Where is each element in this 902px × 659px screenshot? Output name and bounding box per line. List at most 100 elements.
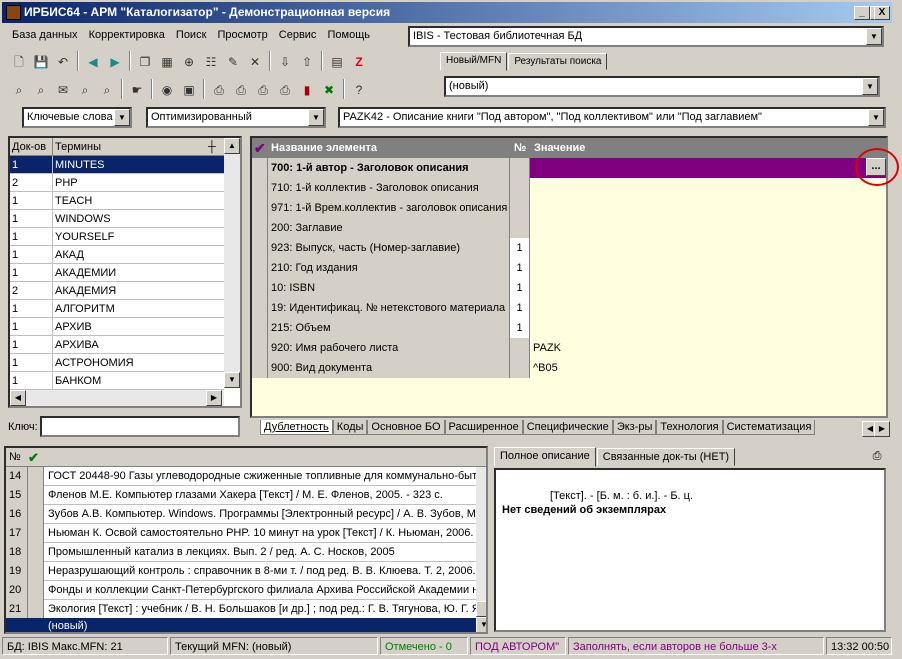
back-icon[interactable]: ◀ — [83, 52, 103, 72]
field-row[interactable]: 710: 1-й коллектив - Заголовок описания — [252, 178, 886, 198]
scroll-thumb[interactable] — [476, 601, 486, 617]
minimize-button[interactable]: _ — [854, 6, 870, 20]
tab-duplicates[interactable]: Дублетность — [260, 420, 333, 435]
print2-icon[interactable]: ⎙ — [231, 80, 251, 100]
tab-search-results[interactable]: Результаты поиска — [508, 53, 608, 70]
field-value[interactable] — [530, 278, 886, 298]
search4-icon[interactable]: ⌕ — [75, 80, 95, 100]
scroll-left-icon[interactable]: ◀ — [10, 390, 26, 406]
column-header-number[interactable]: № — [9, 448, 21, 467]
table-row[interactable]: 1 YOURSELF — [10, 228, 224, 246]
worksheet-select[interactable]: PAZK42 - Описание книги "Под автором", "… — [338, 107, 886, 128]
column-header-term[interactable]: Термины — [52, 138, 101, 156]
undo-icon[interactable]: ↶ — [53, 52, 73, 72]
tab-linked-docs[interactable]: Связанные док-ты (НЕТ) — [596, 448, 736, 466]
tab-full-description[interactable]: Полное описание — [494, 447, 596, 467]
search2-icon[interactable]: ⌕ — [31, 80, 51, 100]
column-header-value[interactable]: Значение — [534, 138, 585, 158]
view2-icon[interactable]: ▣ — [179, 80, 199, 100]
records-scrollbar[interactable]: ▼ — [476, 467, 486, 632]
import-icon[interactable]: ⇩ — [275, 52, 295, 72]
print-preview-icon[interactable]: ⎙ — [868, 448, 886, 464]
field-row[interactable]: 10: ISBN 1 — [252, 278, 886, 298]
tab-main-bo[interactable]: Основное БО — [367, 420, 445, 435]
print-icon[interactable]: ⎙ — [209, 80, 229, 100]
field-row[interactable]: 200: Заглавие — [252, 218, 886, 238]
field-row[interactable]: 971: 1-й Врем.коллектив - заголовок опис… — [252, 198, 886, 218]
excel-icon[interactable]: ✖ — [319, 80, 339, 100]
record-row[interactable]: 17 Ньюман К. Освой самостоятельно PHP. 10… — [6, 524, 476, 543]
column-header-num[interactable]: № — [514, 138, 526, 158]
dictionary-hscrollbar[interactable]: ◀ ▶ — [10, 390, 224, 406]
table-row[interactable]: 1 БАНКОМ — [10, 372, 224, 390]
edit-icon[interactable]: ✎ — [223, 52, 243, 72]
table-row[interactable]: 1 АКАД — [10, 246, 224, 264]
field-row[interactable]: 215: Объем 1 — [252, 318, 886, 338]
print4-icon[interactable]: ⎙ — [275, 80, 295, 100]
field-row[interactable]: 923: Выпуск, часть (Номер-заглавие) 1 — [252, 238, 886, 258]
field-value[interactable]: PAZK — [530, 338, 886, 358]
table-row[interactable]: 2 АКАДЕМИЯ — [10, 282, 224, 300]
forward-icon[interactable]: ▶ — [105, 52, 125, 72]
tab-codes[interactable]: Коды — [332, 420, 368, 435]
new-doc-icon[interactable]: 🗋 — [9, 52, 29, 72]
copy-icon[interactable]: ❐ — [135, 52, 155, 72]
record-mark-cell[interactable] — [28, 467, 44, 486]
save-icon[interactable]: 💾 — [31, 52, 51, 72]
table-row[interactable]: 1 АРХИВА — [10, 336, 224, 354]
record-row[interactable]: 20 Фонды и коллекции Санкт-Петербургского… — [6, 581, 476, 600]
hand-icon[interactable]: ☛ — [127, 80, 147, 100]
scroll-down-icon[interactable]: ▼ — [476, 617, 486, 632]
stats-icon[interactable]: ▮ — [297, 80, 317, 100]
optimization-select[interactable]: Оптимизированный ▼ — [146, 107, 326, 128]
field-value[interactable] — [530, 178, 886, 198]
tree-icon[interactable]: ☷ — [201, 52, 221, 72]
search-type-select[interactable]: Ключевые слова ▼ — [22, 107, 132, 128]
chevron-down-icon[interactable]: ▼ — [868, 109, 884, 126]
table-row[interactable]: 1 MINUTES — [10, 156, 224, 174]
record-mark-cell[interactable] — [28, 505, 44, 524]
chevron-down-icon[interactable]: ▼ — [862, 78, 878, 95]
field-row[interactable]: 700: 1-й автор - Заголовок описания — [252, 158, 886, 178]
field-row[interactable]: 210: Год издания 1 — [252, 258, 886, 278]
tab-new-mfn[interactable]: Новый/MFN — [440, 52, 508, 71]
tab-systematization[interactable]: Систематизация — [722, 420, 816, 435]
menu-edit[interactable]: Корректировка — [85, 26, 169, 44]
print3-icon[interactable]: ⎙ — [253, 80, 273, 100]
record-mark-cell[interactable] — [28, 600, 44, 619]
export-icon[interactable]: ⇧ — [297, 52, 317, 72]
chevron-down-icon[interactable]: ▼ — [308, 109, 324, 126]
new-record-row[interactable]: (новый) — [6, 618, 476, 632]
field-row[interactable]: 900: Вид документа ^B05 — [252, 358, 886, 378]
record-mark-cell[interactable] — [28, 562, 44, 581]
column-header-count[interactable]: Док-ов — [12, 138, 46, 156]
key-input[interactable] — [40, 416, 240, 437]
tabs-scroll-right-icon[interactable]: ▶ — [874, 421, 890, 437]
search3-icon[interactable]: ✉ — [53, 80, 73, 100]
close-button[interactable]: X — [874, 6, 890, 20]
field-value[interactable] — [530, 238, 886, 258]
menu-service[interactable]: Сервис — [275, 26, 321, 44]
field-row[interactable]: 920: Имя рабочего листа PAZK — [252, 338, 886, 358]
chevron-down-icon[interactable]: ▼ — [114, 109, 130, 126]
field-value[interactable]: ^B05 — [530, 358, 886, 378]
field-value[interactable] — [530, 258, 886, 278]
tab-extended[interactable]: Расширенное — [444, 420, 523, 435]
menu-help[interactable]: Помощь — [324, 26, 375, 44]
record-row[interactable]: 15 Фленов М.Е. Компьютер глазами Хакера [… — [6, 486, 476, 505]
field-value[interactable] — [530, 298, 886, 318]
table-row[interactable]: 1 WINDOWS — [10, 210, 224, 228]
menu-database[interactable]: База данных — [8, 26, 82, 44]
menu-view[interactable]: Просмотр — [213, 26, 271, 44]
field-value[interactable] — [530, 218, 886, 238]
record-mark-cell[interactable] — [28, 581, 44, 600]
record-mark-cell[interactable] — [28, 543, 44, 562]
table-row[interactable]: 1 АРХИВ — [10, 318, 224, 336]
grid-icon[interactable]: ▦ — [157, 52, 177, 72]
menu-search[interactable]: Поиск — [172, 26, 210, 44]
record-row[interactable]: 14 ГОСТ 20448-90 Газы углеводородные сжиж… — [6, 467, 476, 486]
search5-icon[interactable]: ⌕ — [97, 80, 117, 100]
field-row[interactable]: 19: Идентификац. № нетекстового материал… — [252, 298, 886, 318]
column-header-name[interactable]: Название элемента — [271, 138, 377, 158]
globe-icon[interactable]: ⊕ — [179, 52, 199, 72]
